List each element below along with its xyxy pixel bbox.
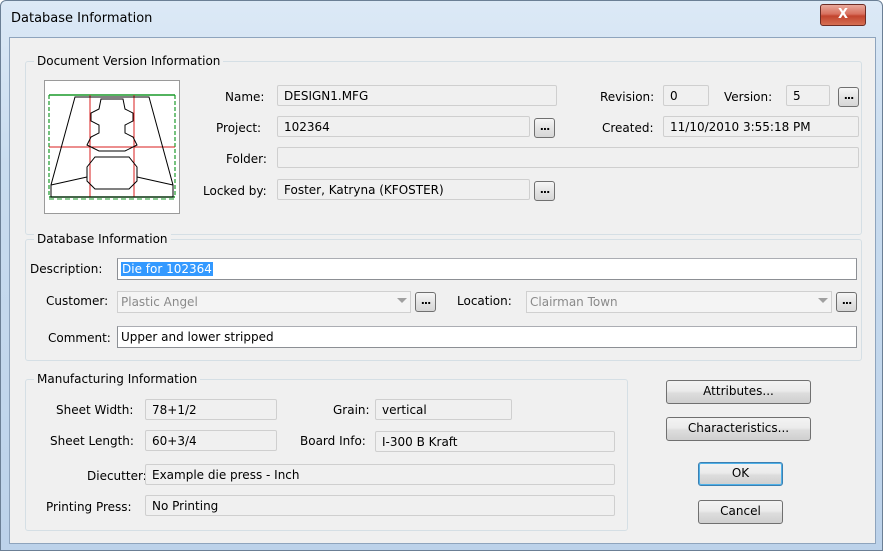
board-info-label: Board Info:: [300, 434, 366, 448]
customer-browse-button[interactable]: ...: [415, 292, 436, 312]
locked-by-browse-button[interactable]: ...: [534, 181, 555, 201]
diecutter-field: Example die press - Inch: [145, 464, 615, 485]
comment-label: Comment:: [48, 331, 111, 345]
comment-input[interactable]: Upper and lower stripped: [117, 326, 857, 348]
grain-field: vertical: [375, 399, 512, 420]
diecutter-label: Diecutter:: [87, 469, 147, 483]
created-label: Created:: [602, 121, 654, 135]
description-input[interactable]: Die for 102364: [117, 258, 857, 280]
customer-label: Customer:: [46, 294, 109, 308]
folder-field: [277, 147, 859, 168]
design-thumbnail-drawing: [48, 94, 176, 200]
document-version-group-label: Document Version Information: [34, 54, 224, 68]
cancel-button[interactable]: Cancel: [698, 500, 783, 524]
locked-by-label: Locked by:: [203, 184, 267, 198]
board-info-field: I-300 B Kraft: [375, 431, 615, 452]
dialog-window: Database Information X Document Version …: [0, 0, 883, 551]
created-field: 11/10/2010 3:55:18 PM: [663, 116, 859, 137]
sheet-length-label: Sheet Length:: [50, 434, 134, 448]
characteristics-button[interactable]: Characteristics...: [666, 417, 811, 441]
location-label: Location:: [457, 294, 512, 308]
project-browse-button[interactable]: ...: [534, 118, 555, 138]
title-bar[interactable]: Database Information X: [1, 1, 882, 37]
location-dropdown-arrow-icon: [818, 298, 828, 303]
grain-label: Grain:: [333, 403, 370, 417]
name-field: DESIGN1.MFG: [277, 85, 557, 106]
printing-press-label: Printing Press:: [46, 500, 132, 514]
revision-label: Revision:: [600, 90, 655, 104]
location-browse-button[interactable]: ...: [836, 292, 857, 312]
customer-dropdown[interactable]: Plastic Angel: [117, 291, 411, 313]
attributes-button[interactable]: Attributes...: [666, 380, 811, 404]
project-label: Project:: [216, 121, 262, 135]
manufacturing-group-label: Manufacturing Information: [34, 372, 201, 386]
window-title: Database Information: [11, 11, 153, 26]
design-thumbnail: [44, 80, 180, 214]
location-dropdown[interactable]: Clairman Town: [526, 291, 832, 313]
version-browse-button[interactable]: ...: [838, 87, 859, 107]
name-label: Name:: [225, 90, 265, 104]
location-value: Clairman Town: [530, 295, 618, 309]
printing-press-field: No Printing: [145, 495, 615, 516]
sheet-width-field: 78+1/2: [145, 399, 277, 420]
customer-value: Plastic Angel: [121, 295, 198, 309]
version-label: Version:: [724, 90, 773, 104]
customer-dropdown-arrow-icon: [397, 298, 407, 303]
close-icon: X: [837, 7, 849, 22]
database-info-group-label: Database Information: [34, 232, 171, 246]
description-label: Description:: [30, 262, 103, 276]
revision-field: 0: [663, 85, 709, 106]
project-field: 102364: [277, 116, 530, 137]
sheet-width-label: Sheet Width:: [56, 403, 134, 417]
ok-button[interactable]: OK: [698, 462, 783, 486]
description-selected-text: Die for 102364: [121, 262, 213, 276]
sheet-length-field: 60+3/4: [145, 430, 277, 451]
locked-by-field: Foster, Katryna (KFOSTER): [277, 179, 530, 200]
version-field: 5: [786, 85, 830, 106]
dialog-body: Document Version Information Name: DESIG…: [9, 37, 876, 544]
folder-label: Folder:: [226, 152, 267, 166]
close-button[interactable]: X: [820, 4, 866, 26]
